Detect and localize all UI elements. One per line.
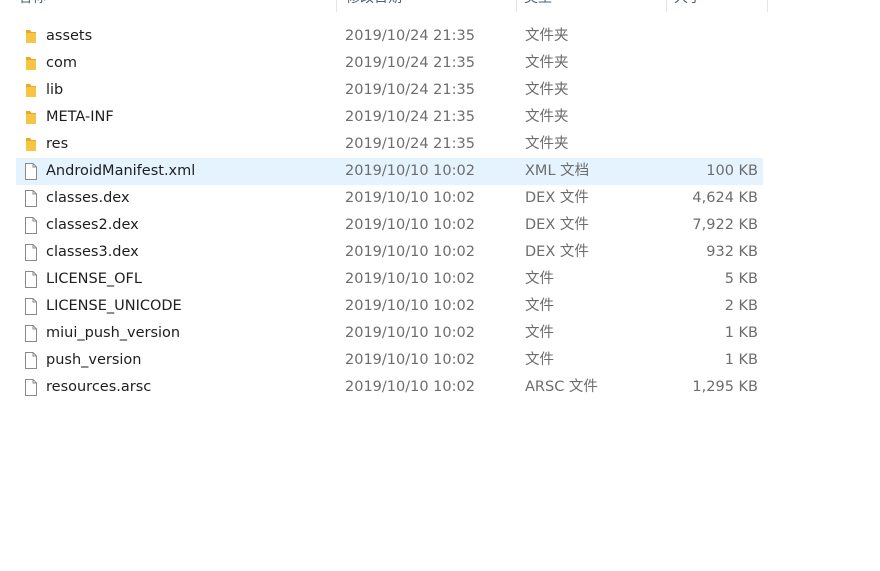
- file-name: resources.arsc: [46, 379, 152, 395]
- file-size: 1 KB: [724, 352, 758, 368]
- file-date: 2019/10/10 10:02: [345, 244, 475, 260]
- file-date: 2019/10/10 10:02: [345, 325, 475, 341]
- file-type: DEX 文件: [525, 244, 589, 260]
- file-name: AndroidManifest.xml: [46, 163, 196, 179]
- file-icon: [24, 325, 38, 342]
- file-type: 文件: [525, 298, 554, 314]
- folder-icon: [24, 82, 38, 99]
- file-row[interactable]: classes3.dex 2019/10/10 10:02 DEX 文件 932 KB: [16, 239, 763, 266]
- column-divider[interactable]: [336, 0, 337, 12]
- column-header-name[interactable]: 名称: [18, 0, 336, 12]
- file-date: 2019/10/24 21:35: [345, 136, 475, 152]
- file-type: 文件: [525, 352, 554, 368]
- file-date: 2019/10/10 10:02: [345, 271, 475, 287]
- file-date: 2019/10/24 21:35: [345, 109, 475, 125]
- file-icon: [24, 352, 38, 369]
- file-row[interactable]: com 2019/10/24 21:35 文件夹: [16, 50, 763, 77]
- file-icon: [24, 298, 38, 315]
- file-type: 文件: [525, 271, 554, 287]
- file-row[interactable]: classes.dex 2019/10/10 10:02 DEX 文件 4,624 K…: [16, 185, 763, 212]
- file-type: 文件夹: [525, 109, 569, 125]
- file-name: classes2.dex: [46, 217, 139, 233]
- folder-icon: [24, 55, 38, 72]
- file-type: 文件: [525, 325, 554, 341]
- file-type: ARSC 文件: [525, 379, 598, 395]
- file-size: 7,922 KB: [692, 217, 758, 233]
- file-date: 2019/10/24 21:35: [345, 28, 475, 44]
- file-row[interactable]: assets 2019/10/24 21:35 文件夹: [16, 23, 763, 50]
- file-date: 2019/10/10 10:02: [345, 352, 475, 368]
- file-name: push_version: [46, 352, 142, 368]
- file-type: 文件夹: [525, 136, 569, 152]
- file-date: 2019/10/10 10:02: [345, 190, 475, 206]
- file-size: 2 KB: [724, 298, 758, 314]
- column-header-date[interactable]: 修改日期: [346, 0, 516, 12]
- file-icon: [24, 379, 38, 396]
- file-size: 1 KB: [724, 325, 758, 341]
- column-header-type[interactable]: 类型: [524, 0, 666, 12]
- file-row[interactable]: res 2019/10/24 21:35 文件夹: [16, 131, 763, 158]
- column-divider[interactable]: [666, 0, 667, 12]
- file-date: 2019/10/24 21:35: [345, 82, 475, 98]
- file-row[interactable]: LICENSE_OFL 2019/10/10 10:02 文件 5 KB: [16, 266, 763, 293]
- file-name: LICENSE_UNICODE: [46, 298, 182, 314]
- file-name: lib: [46, 82, 64, 98]
- file-name: LICENSE_OFL: [46, 271, 142, 287]
- file-type: XML 文档: [525, 163, 590, 179]
- file-name: META-INF: [46, 109, 114, 125]
- column-divider[interactable]: [767, 0, 768, 12]
- file-type: 文件夹: [525, 55, 569, 71]
- file-icon: [24, 163, 38, 180]
- file-name: classes3.dex: [46, 244, 139, 260]
- file-explorer-pane: 名称 修改日期 类型 大小 assets2019/10/24 21:35文件夹c…: [0, 0, 880, 571]
- file-icon: [24, 271, 38, 288]
- file-date: 2019/10/10 10:02: [345, 298, 475, 314]
- file-icon: [24, 217, 38, 234]
- file-size: 4,624 KB: [692, 190, 758, 206]
- file-type: 文件夹: [525, 28, 569, 44]
- column-header-size[interactable]: 大小: [674, 0, 766, 12]
- file-row[interactable]: AndroidManifest.xml 2019/10/10 10:02 XML 文…: [16, 158, 763, 185]
- file-row[interactable]: META-INF 2019/10/24 21:35 文件夹: [16, 104, 763, 131]
- folder-icon: [24, 28, 38, 45]
- file-row[interactable]: push_version 2019/10/10 10:02 文件 1 KB: [16, 347, 763, 374]
- file-size: 932 KB: [706, 244, 758, 260]
- folder-icon: [24, 136, 38, 153]
- file-name: classes.dex: [46, 190, 130, 206]
- file-size: 100 KB: [706, 163, 758, 179]
- file-icon: [24, 244, 38, 261]
- file-row[interactable]: lib 2019/10/24 21:35 文件夹: [16, 77, 763, 104]
- file-row[interactable]: classes2.dex 2019/10/10 10:02 DEX 文件 7,922 …: [16, 212, 763, 239]
- file-type: DEX 文件: [525, 190, 589, 206]
- file-name: com: [46, 55, 77, 71]
- file-name: res: [46, 136, 69, 152]
- file-date: 2019/10/10 10:02: [345, 163, 475, 179]
- file-name: miui_push_version: [46, 325, 181, 341]
- file-row[interactable]: miui_push_version 2019/10/10 10:02 文件 1 KB: [16, 320, 763, 347]
- column-header: 名称 修改日期 类型 大小: [0, 0, 768, 12]
- file-size: 1,295 KB: [692, 379, 758, 395]
- file-date: 2019/10/10 10:02: [345, 217, 475, 233]
- file-list: assets 2019/10/24 21:35 文件夹 com 2019/10/24 2…: [16, 23, 763, 401]
- file-row[interactable]: resources.arsc 2019/10/10 10:02 ARSC 文件 1,2…: [16, 374, 763, 401]
- folder-icon: [24, 109, 38, 126]
- file-type: 文件夹: [525, 82, 569, 98]
- file-type: DEX 文件: [525, 217, 589, 233]
- file-row[interactable]: LICENSE_UNICODE 2019/10/10 10:02 文件 2 KB: [16, 293, 763, 320]
- column-divider[interactable]: [516, 0, 517, 12]
- file-name: assets: [46, 28, 93, 44]
- file-icon: [24, 190, 38, 207]
- file-size: 5 KB: [724, 271, 758, 287]
- file-date: 2019/10/10 10:02: [345, 379, 475, 395]
- file-date: 2019/10/24 21:35: [345, 55, 475, 71]
